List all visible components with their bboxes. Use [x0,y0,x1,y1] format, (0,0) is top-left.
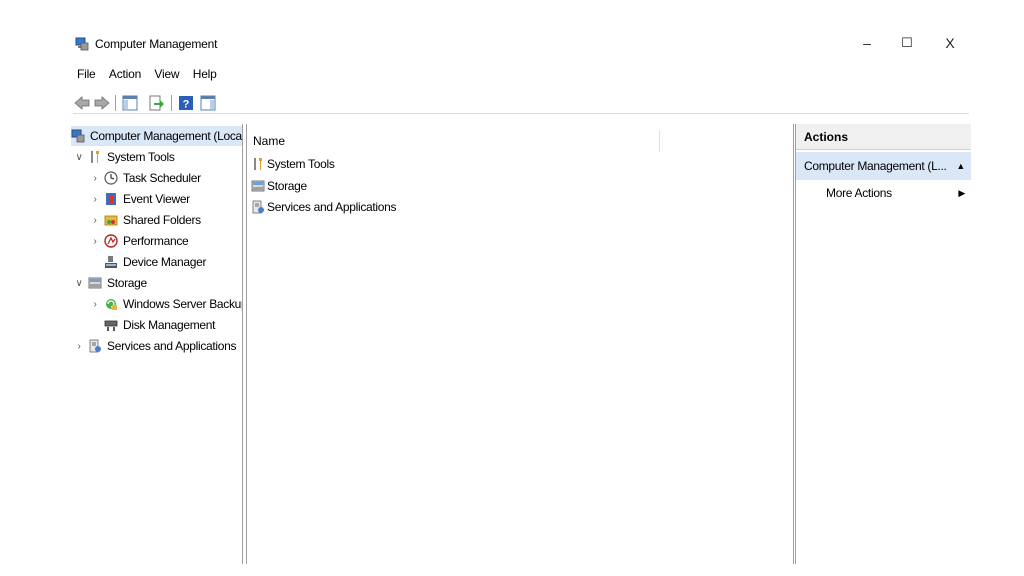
chevron-right-icon[interactable]: › [89,194,101,205]
export-list-icon[interactable] [147,94,165,112]
tree-label: Event Viewer [123,192,190,206]
chevron-down-icon[interactable]: ∨ [73,152,85,163]
tree-item-services-and-applications[interactable]: › Services and Applications [73,336,236,356]
column-divider[interactable] [659,130,660,152]
chevron-right-icon[interactable]: › [89,215,101,226]
minimize-button[interactable]: – [855,33,879,53]
tree-item-computer-management[interactable]: Computer Management (Local [71,126,243,146]
list-item-label: Services and Applications [267,200,397,214]
computer-management-icon [75,37,89,51]
toolbar-separator [115,95,116,111]
tree-item-system-tools[interactable]: ∨ System Tools [73,147,175,167]
list-item-system-tools[interactable]: System Tools [251,154,335,174]
forward-arrow-icon[interactable] [93,94,111,112]
tools-icon [91,151,99,163]
tree-label: Task Scheduler [123,171,201,185]
column-name[interactable]: Name [253,134,285,148]
toolbar: ? [73,93,969,114]
chevron-right-icon[interactable]: › [73,341,85,352]
shared-folder-icon [104,215,118,226]
tree-label: Storage [107,276,147,290]
storage-icon [88,277,102,289]
tree-item-device-manager[interactable]: Device Manager [104,252,206,272]
menu-view[interactable]: View [154,67,179,81]
menu-bar: File Action View Help [77,67,227,83]
window-title: Computer Management [95,37,218,51]
tree-item-task-scheduler[interactable]: › Task Scheduler [89,168,201,188]
backup-icon [106,299,117,310]
toolbar-separator [171,95,172,111]
column-header: Name [247,130,793,152]
tree-label: Computer Management (Local [90,129,243,143]
tree-label: Device Manager [123,255,207,269]
svg-text:?: ? [183,99,190,111]
list-item-services-and-applications[interactable]: Services and Applications [251,197,397,217]
services-icon [89,339,101,353]
list-item-label: System Tools [267,157,335,171]
maximize-button[interactable]: ☐ [895,33,919,53]
help-icon[interactable]: ? [177,94,195,112]
tree-item-event-viewer[interactable]: › Event Viewer [89,189,190,209]
actions-header: Actions [796,124,971,150]
tree-item-windows-server-backup[interactable]: › Windows Server Backup [89,294,243,314]
tree-label: Performance [123,234,189,248]
chevron-right-icon[interactable]: › [89,173,101,184]
services-icon [252,200,264,214]
title-bar: Computer Management – ☐ X [0,0,1024,51]
tree-item-performance[interactable]: › Performance [89,231,188,251]
tools-icon [254,158,262,170]
clock-icon [104,171,118,185]
list-item-storage[interactable]: Storage [251,176,307,196]
event-viewer-icon [106,193,116,205]
tree-label: Windows Server Backup [123,297,243,311]
device-manager-icon [105,256,117,268]
disk-management-icon [104,320,118,331]
actions-pane: Actions Computer Management (L... ▲ More… [795,124,971,564]
chevron-down-icon[interactable]: ∨ [73,278,85,289]
menu-action[interactable]: Action [109,67,141,81]
tree-item-disk-management[interactable]: Disk Management [104,315,216,335]
tree-label: Services and Applications [107,339,237,353]
computer-management-icon [71,129,85,143]
tree-label: Disk Management [123,318,216,332]
chevron-right-icon[interactable]: › [89,236,101,247]
close-button[interactable]: X [938,33,962,53]
chevron-right-icon[interactable]: › [89,299,101,310]
menu-help[interactable]: Help [193,67,217,81]
collapse-up-icon[interactable]: ▲ [956,152,965,180]
tree-label: System Tools [107,150,175,164]
tree-item-storage[interactable]: ∨ Storage [73,273,147,293]
show-hide-action-pane-icon[interactable] [199,94,217,112]
chevron-right-icon: ▶ [958,188,965,198]
show-hide-console-tree-icon[interactable] [121,94,139,112]
console-tree: Computer Management (Local ∨ System Tool… [67,124,243,564]
tree-item-shared-folders[interactable]: › Shared Folders [89,210,201,230]
tree-label: Shared Folders [123,213,201,227]
more-actions-label: More Actions [826,186,892,200]
storage-icon [251,180,265,192]
list-item-label: Storage [267,179,307,193]
results-pane: Name System Tools Storage Services and A… [246,124,794,564]
performance-icon [104,234,118,248]
more-actions-item[interactable]: More Actions ▶ [796,182,971,204]
back-arrow-icon[interactable] [73,94,91,112]
menu-file[interactable]: File [77,67,96,81]
actions-group-label: Computer Management (L... [804,159,947,173]
actions-group-computer-management[interactable]: Computer Management (L... ▲ [796,152,971,180]
